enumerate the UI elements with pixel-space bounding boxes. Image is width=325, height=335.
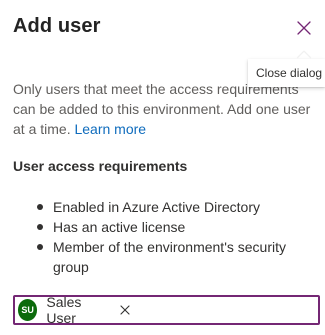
description-text: Only users that meet the access requirem… [13,81,311,137]
bullet-icon [37,224,43,230]
avatar: SU [18,299,38,321]
requirement-text: Member of the environment's security gro… [53,239,286,275]
dialog-title: Add user [13,15,101,37]
people-picker[interactable]: SU Sales User [13,294,320,326]
dialog-description: Only users that meet the access requirem… [13,79,318,139]
remove-user-button[interactable] [119,303,131,317]
requirement-text: Enabled in Azure Active Directory [53,199,260,215]
bullet-icon [37,244,43,250]
add-user-dialog: Add user Close dialog Only users that me… [0,0,325,335]
close-dialog-tooltip: Close dialog [248,59,325,87]
bullet-icon [37,204,43,210]
list-item: Has an active license [13,217,313,237]
requirements-title: User access requirements [13,158,188,174]
remove-icon [120,305,130,315]
people-picker-input[interactable] [137,299,318,321]
close-icon [297,21,311,35]
close-dialog-button[interactable] [292,16,316,40]
list-item: Member of the environment's security gro… [13,237,313,277]
selected-user-name: Sales User [46,294,82,326]
selected-user-chip[interactable]: SU Sales User [18,294,131,326]
requirement-text: Has an active license [53,219,186,235]
list-item: Enabled in Azure Active Directory [13,197,313,217]
learn-more-link[interactable]: Learn more [74,121,146,137]
requirements-list: Enabled in Azure Active Directory Has an… [13,197,313,277]
